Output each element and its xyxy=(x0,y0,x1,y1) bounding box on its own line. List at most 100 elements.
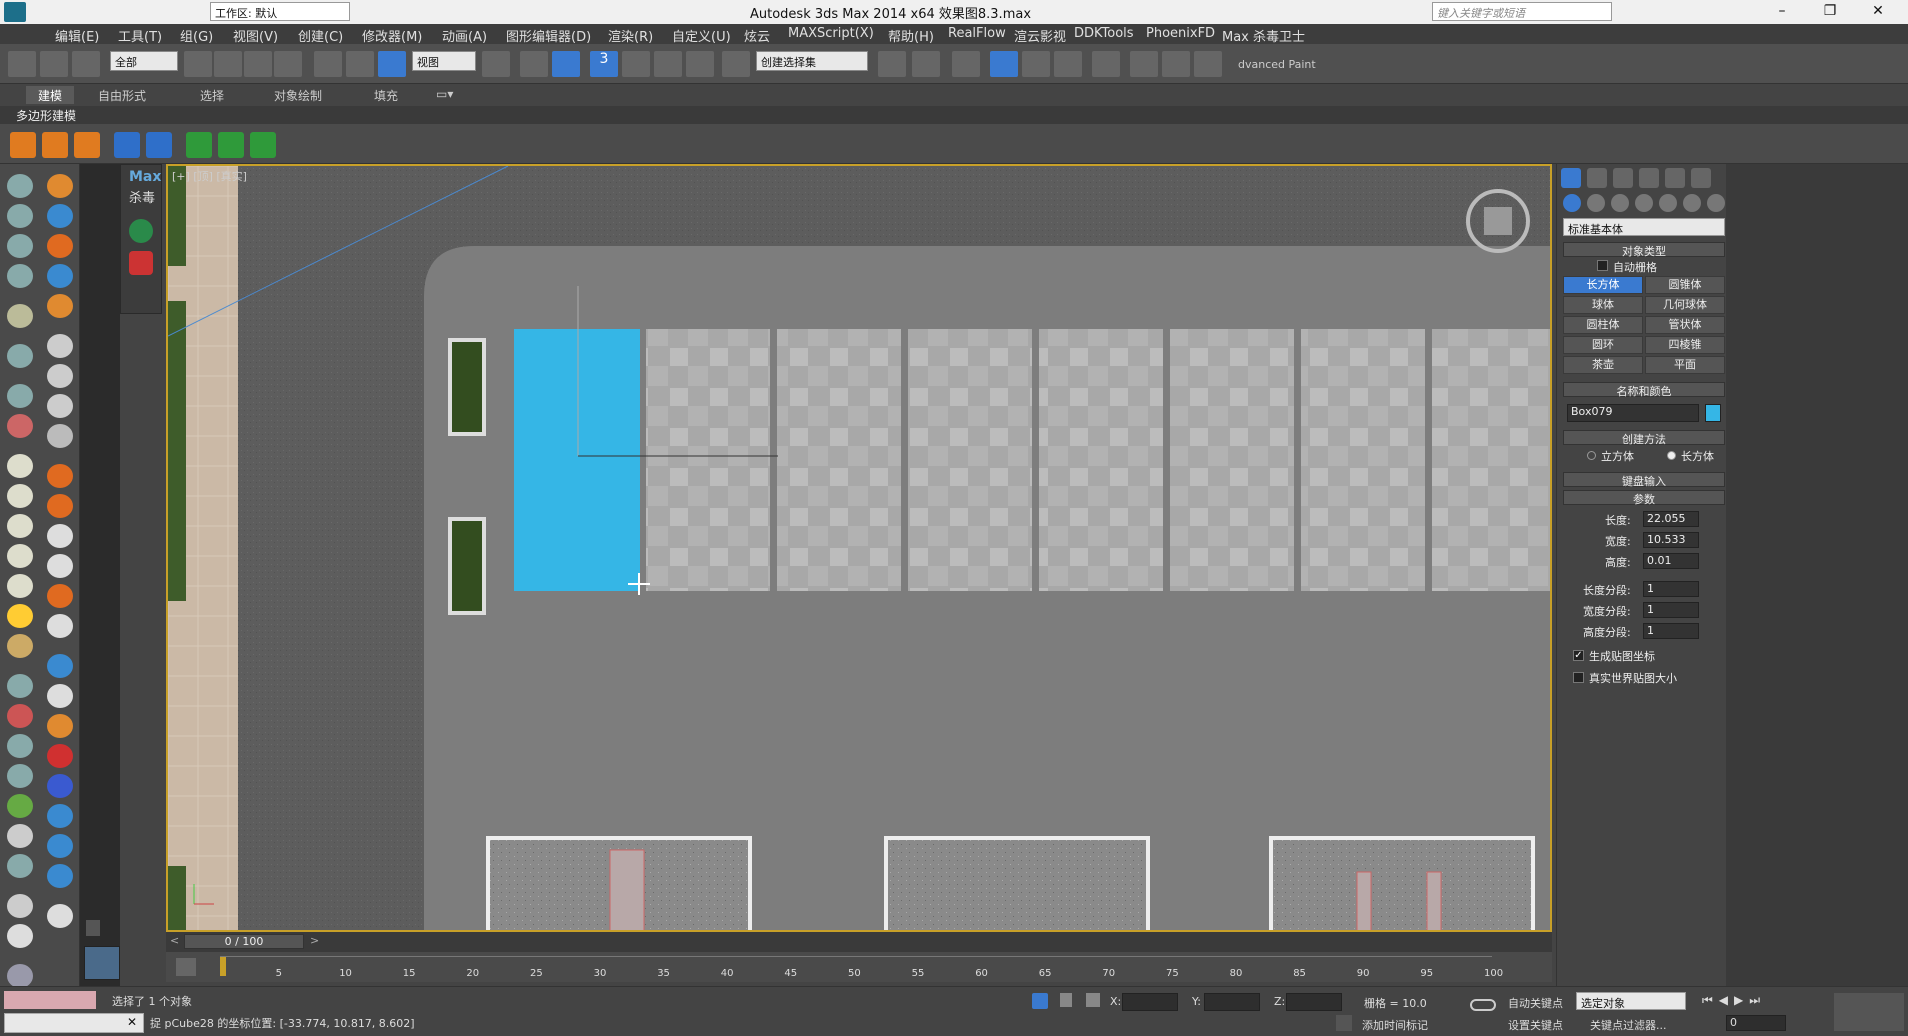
edit-named-sel-icon[interactable] xyxy=(722,51,750,77)
fire-icon[interactable] xyxy=(47,494,73,518)
utilities-tab-icon[interactable] xyxy=(1691,168,1711,188)
tool-icon[interactable] xyxy=(47,684,73,708)
water-icon[interactable] xyxy=(47,654,73,678)
tool-icon[interactable] xyxy=(7,674,33,698)
tool-icon[interactable] xyxy=(7,384,33,408)
tool-icon[interactable] xyxy=(7,304,33,328)
parking-tile[interactable] xyxy=(1039,329,1163,591)
tool-icon[interactable] xyxy=(7,174,33,198)
tool-icon[interactable] xyxy=(47,174,73,198)
particles-icon[interactable] xyxy=(146,132,172,158)
viewport-nav-controls[interactable] xyxy=(1834,993,1904,1031)
plant-icon[interactable] xyxy=(218,132,244,158)
plant-icon[interactable] xyxy=(186,132,212,158)
object-name-field[interactable]: Box079 xyxy=(1567,404,1699,422)
shield-icon[interactable] xyxy=(129,251,153,275)
sphere-button[interactable]: 球体 xyxy=(1563,296,1643,314)
sphere-icon[interactable] xyxy=(7,894,33,918)
tab-freeform[interactable]: 自由形式 xyxy=(86,86,158,104)
length-segs-input[interactable]: 1 xyxy=(1643,581,1699,597)
parking-tile[interactable] xyxy=(1170,329,1294,591)
render-production-icon[interactable] xyxy=(1194,51,1222,77)
rotate-icon[interactable] xyxy=(346,51,374,77)
rollout-creation-method[interactable]: 创建方法 xyxy=(1563,430,1725,446)
link-icon[interactable] xyxy=(8,51,36,77)
parking-tile[interactable] xyxy=(777,329,901,591)
mirror-icon[interactable] xyxy=(878,51,906,77)
tool-icon[interactable] xyxy=(7,454,33,478)
pyramid-button[interactable]: 四棱锥 xyxy=(1645,336,1725,354)
stop-icon[interactable] xyxy=(47,394,73,418)
menu-edit[interactable]: 编辑(E) xyxy=(55,26,99,45)
menu-rendering[interactable]: 渲染(R) xyxy=(608,26,653,45)
taskbar-thumb[interactable]: ✕ xyxy=(4,1013,144,1033)
maxscript-listener[interactable] xyxy=(4,991,96,1009)
tool-icon[interactable] xyxy=(7,264,33,288)
menu-ddktools[interactable]: DDKTools xyxy=(1074,26,1134,41)
layer-manager-icon[interactable] xyxy=(952,51,980,77)
help-icon[interactable] xyxy=(47,904,73,928)
key-mode-dropdown[interactable]: 选定对象 xyxy=(1576,992,1686,1010)
tool-icon[interactable] xyxy=(47,524,73,548)
abs-mode-icon[interactable] xyxy=(1086,993,1100,1007)
minimize-button[interactable]: – xyxy=(1760,0,1804,24)
menu-graph-editors[interactable]: 图形编辑器(D) xyxy=(506,26,591,45)
tool-icon[interactable] xyxy=(7,414,33,438)
torus-button[interactable]: 圆环 xyxy=(1563,336,1643,354)
expand-arrow-icon[interactable] xyxy=(86,920,100,936)
tool-icon[interactable] xyxy=(7,344,33,368)
particles-icon[interactable] xyxy=(114,132,140,158)
menu-animation[interactable]: 动画(A) xyxy=(442,26,487,45)
keyboard-shortcut-icon[interactable] xyxy=(552,51,580,77)
tool-icon[interactable] xyxy=(7,544,33,568)
cone-button[interactable]: 圆锥体 xyxy=(1645,276,1725,294)
category-dropdown[interactable]: 标准基本体 xyxy=(1563,218,1725,236)
play-icon[interactable] xyxy=(47,334,73,358)
search-input[interactable]: 键入关键字或短语 xyxy=(1432,2,1612,21)
menu-xuanyun[interactable]: 炫云 xyxy=(744,26,770,45)
track-bar-menu-icon[interactable] xyxy=(176,958,196,976)
scan-icon[interactable] xyxy=(129,219,153,243)
viewport-top[interactable]: [+] [顶] [真实] xyxy=(166,164,1552,932)
sun-icon[interactable] xyxy=(7,604,33,628)
graphite-toolbar-icon[interactable] xyxy=(990,51,1018,77)
menu-phoenixfd[interactable]: PhoenixFD xyxy=(1146,26,1215,41)
teapot-button[interactable]: 茶壶 xyxy=(1563,356,1643,374)
tool-icon[interactable] xyxy=(7,964,33,988)
named-selection-dropdown[interactable]: 创建选择集 xyxy=(756,51,868,71)
cube-radio[interactable] xyxy=(1587,451,1596,460)
ribbon-options-icon[interactable]: ▭▾ xyxy=(424,86,465,104)
move-icon[interactable] xyxy=(314,51,342,77)
menu-realflow[interactable]: RealFlow xyxy=(948,26,1006,41)
ref-coord-dropdown[interactable]: 视图 xyxy=(412,51,476,71)
viewcube-face[interactable] xyxy=(1484,207,1512,235)
geometry-icon[interactable] xyxy=(1563,194,1581,212)
x-coord-field[interactable] xyxy=(1122,993,1178,1011)
isolate-icon[interactable] xyxy=(1032,993,1048,1009)
select-by-name-icon[interactable] xyxy=(214,51,242,77)
tool-icon[interactable] xyxy=(47,774,73,798)
tool-icon[interactable] xyxy=(7,514,33,538)
tool-icon[interactable] xyxy=(7,204,33,228)
menu-views[interactable]: 视图(V) xyxy=(233,26,278,45)
time-slider[interactable]: < 0 / 100 > xyxy=(166,932,1552,952)
workspace-dropdown[interactable]: 工作区: 默认 xyxy=(210,2,350,21)
parking-tile[interactable] xyxy=(908,329,1032,591)
tool-icon[interactable] xyxy=(7,734,33,758)
time-tag-icon[interactable] xyxy=(1336,1015,1352,1031)
viewport-label[interactable]: [+] [顶] [真实] xyxy=(172,168,247,184)
height-segs-input[interactable]: 1 xyxy=(1643,623,1699,639)
delete-icon[interactable] xyxy=(47,424,73,448)
fire-icon[interactable] xyxy=(47,584,73,608)
menu-create[interactable]: 创建(C) xyxy=(298,26,343,45)
water-icon[interactable] xyxy=(47,864,73,888)
tool-icon[interactable] xyxy=(47,804,73,828)
teapot-icon[interactable] xyxy=(10,132,36,158)
y-coord-field[interactable] xyxy=(1204,993,1260,1011)
tool-icon[interactable] xyxy=(7,484,33,508)
percent-snap-icon[interactable] xyxy=(654,51,682,77)
real-world-checkbox[interactable] xyxy=(1573,672,1584,683)
helpers-icon[interactable] xyxy=(1659,194,1677,212)
menu-xuanyun-yingshi[interactable]: 渲云影视 xyxy=(1014,26,1066,45)
tool-icon[interactable] xyxy=(7,234,33,258)
